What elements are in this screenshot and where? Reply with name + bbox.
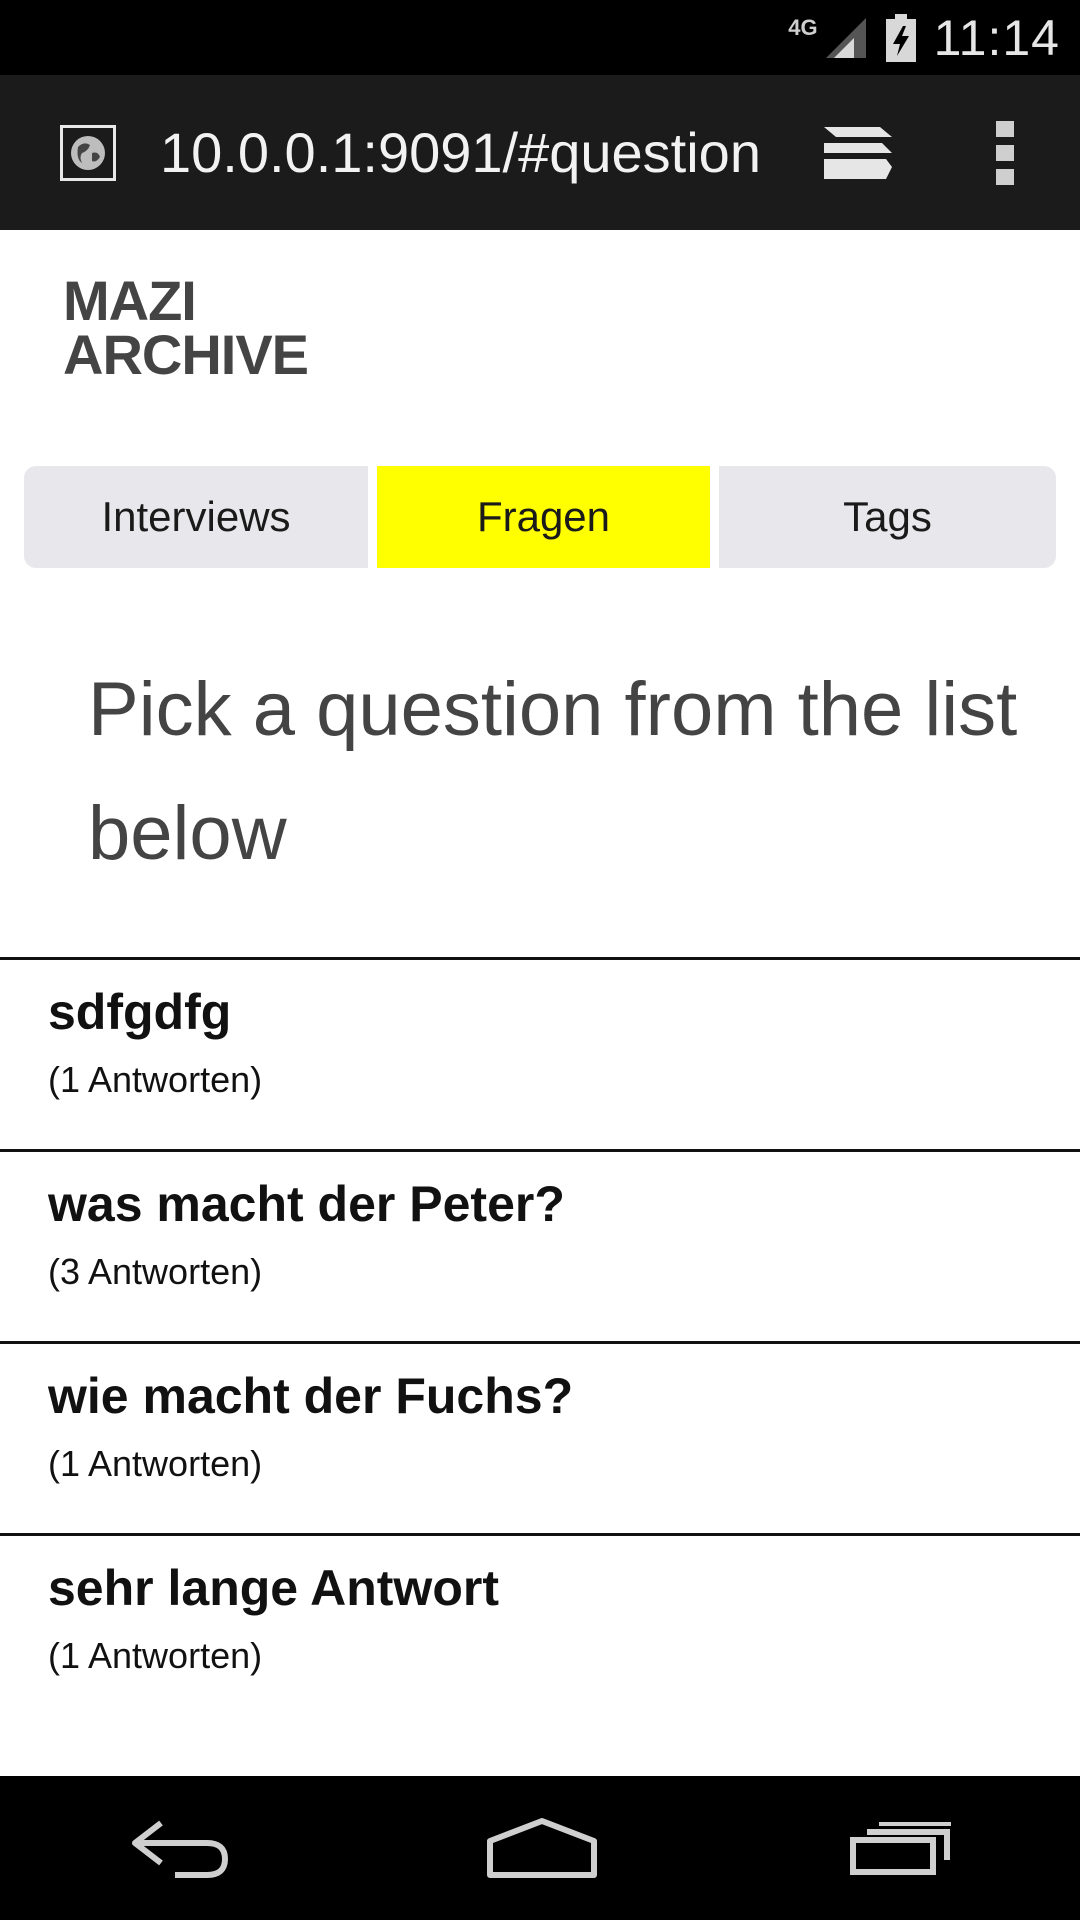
logo-line-2: ARCHIVE [63, 323, 309, 386]
battery-charging-icon [885, 13, 916, 62]
logo-line-1: MAZI [63, 269, 197, 332]
section-tabs: Interviews Fragen Tags [24, 466, 1056, 568]
status-time: 11:14 [933, 9, 1060, 66]
site-globe-icon[interactable] [60, 124, 116, 181]
recents-icon[interactable] [849, 1820, 955, 1876]
page-heading: Pick a question from the list below [88, 667, 1018, 876]
url-field[interactable]: 10.0.0.1:9091/#questions [160, 120, 760, 185]
question-list-item[interactable]: was macht der Peter? (3 Antworten) [0, 1149, 1080, 1341]
question-list-item[interactable]: sehr lange Antwort (1 Antworten) [0, 1533, 1080, 1725]
back-icon[interactable] [125, 1813, 235, 1883]
answer-count: (1 Antworten) [48, 1635, 263, 1676]
tab-interviews[interactable]: Interviews [24, 466, 368, 568]
question-title[interactable]: was macht der Peter? [48, 1172, 1080, 1236]
network-type-label: 4G [788, 14, 818, 40]
tab-fragen[interactable]: Fragen [377, 466, 710, 568]
status-icons: 4G 11:14 [788, 9, 1060, 67]
overflow-menu-icon[interactable] [996, 120, 1016, 185]
question-title[interactable]: wie macht der Fuchs? [48, 1364, 1080, 1428]
system-nav-bar [0, 1776, 1080, 1920]
app-logo[interactable]: MAZI ARCHIVE [63, 269, 309, 386]
question-list: sdfgdfg (1 Antworten) was macht der Pete… [0, 957, 1080, 1725]
answer-count: (3 Antworten) [48, 1251, 263, 1292]
question-list-item[interactable]: wie macht der Fuchs? (1 Antworten) [0, 1341, 1080, 1533]
signal-icon [825, 17, 866, 58]
question-title[interactable]: sdfgdfg [48, 980, 1080, 1044]
screen: 4G 11:14 10.0.0.1:9091/#questions MAZI A… [0, 0, 1080, 1920]
question-title[interactable]: sehr lange Antwort [48, 1556, 1080, 1620]
browser-toolbar: 10.0.0.1:9091/#questions [0, 75, 1080, 230]
status-bar: 4G 11:14 [0, 0, 1080, 75]
answer-count: (1 Antworten) [48, 1059, 263, 1100]
question-list-item[interactable]: sdfgdfg (1 Antworten) [0, 957, 1080, 1149]
tabs-icon[interactable] [820, 123, 896, 183]
answer-count: (1 Antworten) [48, 1443, 263, 1484]
tab-tags[interactable]: Tags [719, 466, 1056, 568]
home-icon[interactable] [486, 1817, 598, 1879]
